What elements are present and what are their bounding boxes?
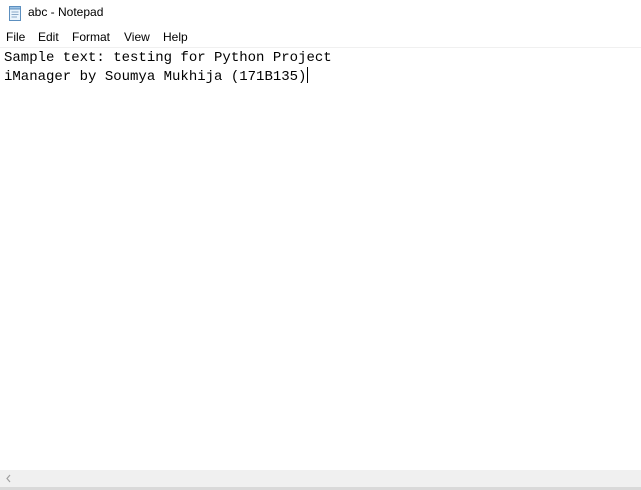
editor-content[interactable]: Sample text: testing for Python Project i… xyxy=(4,49,332,85)
horizontal-scrollbar[interactable] xyxy=(0,470,641,487)
text-editor[interactable]: Sample text: testing for Python Project i… xyxy=(0,48,641,470)
scroll-track[interactable] xyxy=(17,470,641,487)
menu-help[interactable]: Help xyxy=(163,28,188,47)
menu-edit[interactable]: Edit xyxy=(38,28,59,47)
editor-line-1-text: Sample text: testing for Python Project xyxy=(4,50,332,66)
text-caret xyxy=(307,67,309,83)
editor-line-1: Sample text: testing for Python Project xyxy=(4,49,332,67)
editor-line-2-text: iManager by Soumya Mukhija (171B135) xyxy=(4,69,307,85)
menu-bar: File Edit Format View Help xyxy=(0,28,641,47)
menu-format[interactable]: Format xyxy=(72,28,110,47)
editor-line-2: iManager by Soumya Mukhija (171B135) xyxy=(4,67,332,85)
scroll-left-button[interactable] xyxy=(0,470,17,487)
title-bar[interactable]: abc - Notepad xyxy=(0,0,641,26)
notepad-icon xyxy=(9,6,21,21)
chevron-left-icon xyxy=(6,474,11,483)
window-title: abc - Notepad xyxy=(28,5,104,19)
menu-file[interactable]: File xyxy=(6,28,25,47)
menu-view[interactable]: View xyxy=(124,28,150,47)
